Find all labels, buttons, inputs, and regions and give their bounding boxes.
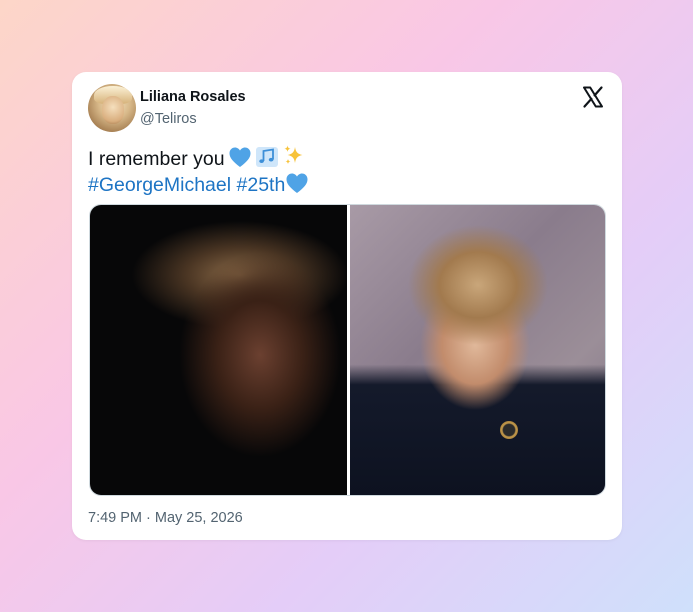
author-name[interactable]: Liliana Rosales <box>140 89 246 105</box>
blue-heart-icon <box>286 173 308 193</box>
sparkles-icon <box>284 145 303 164</box>
tweet-text-body: I remember you <box>88 148 225 170</box>
avatar[interactable] <box>88 84 136 132</box>
avatar-face <box>102 96 124 124</box>
tweet-text: I remember you #GeorgeMichael #25th <box>88 144 588 198</box>
tweet-text-line-2: #GeorgeMichael #25th <box>88 172 588 198</box>
author-handle[interactable]: @Teliros <box>140 111 197 127</box>
x-logo-icon[interactable] <box>581 85 605 109</box>
man-portrait-studio-photo[interactable] <box>350 205 605 495</box>
blue-heart-icon <box>229 147 251 167</box>
musical-notes-icon <box>255 147 278 167</box>
tweet-text-line-1: I remember you <box>88 144 588 172</box>
tweet-media[interactable] <box>89 204 606 496</box>
man-portrait-dark-photo[interactable] <box>90 205 347 495</box>
tweet-card: Liliana Rosales @Teliros I remember you … <box>72 72 622 540</box>
tweet-timestamp[interactable]: 7:49 PM · May 25, 2026 <box>88 510 243 526</box>
hashtag-george-michael[interactable]: #GeorgeMichael <box>88 174 231 196</box>
hashtag-25th[interactable]: #25th <box>237 174 286 196</box>
wristwatch-detail <box>500 421 518 439</box>
